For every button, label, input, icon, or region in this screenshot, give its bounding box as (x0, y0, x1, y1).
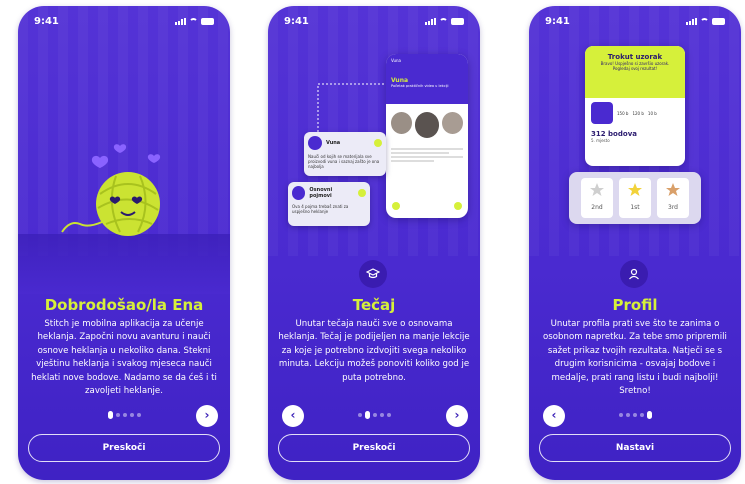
mock-screen-title: Vuna (391, 77, 409, 84)
page-dot (379, 413, 384, 417)
continue-button[interactable]: Nastavi (539, 434, 731, 462)
feature-icon-badge (620, 260, 648, 288)
pattern-result-card: Trokut uzorak Bravo! Uspješno si završio… (585, 46, 685, 166)
screen-description: Unutar profila prati sve što te zanima o… (543, 319, 727, 397)
status-bar: 9:41 (284, 16, 464, 30)
page-dot (136, 413, 141, 417)
lesson-card-basics: Osnovni pojmovi Ova 4 pojma trebaš znati… (288, 182, 370, 226)
yarn-ball-illustration (61, 144, 161, 236)
star-medal-icon (628, 183, 642, 196)
lesson-card-title: Osnovni pojmovi (309, 187, 333, 199)
user-icon (629, 268, 639, 280)
rank-second: 2nd (581, 178, 613, 218)
page-dot (632, 413, 637, 417)
screen-title: Profil (612, 296, 658, 314)
chevron-right-icon: › (454, 408, 460, 422)
graduation-cap-icon (366, 268, 380, 279)
chevron-left-icon: ‹ (551, 408, 557, 422)
status-time: 9:41 (545, 16, 570, 27)
page-dot (357, 413, 362, 417)
signal-icon (686, 18, 697, 25)
leaderboard-podium: 2nd 1st 3rd (569, 172, 701, 224)
rank-label: 1st (630, 204, 640, 211)
page-dot-active (646, 411, 652, 419)
course-mockup-phone: Vuna Vuna Početak praktičnih videa u lek… (386, 54, 468, 218)
previous-button[interactable]: ‹ (543, 405, 565, 427)
screen-description: Unutar tečaja nauči sve o osnovama hekla… (278, 319, 470, 383)
page-dot-active (107, 411, 113, 419)
status-bar: 9:41 (545, 16, 725, 30)
page-dot (115, 413, 120, 417)
pattern-title: Trokut uzorak (607, 53, 663, 61)
screen-title: Dobrodošao/la Ena (44, 296, 204, 314)
page-dot (639, 413, 644, 417)
chevron-right-icon: › (204, 408, 210, 422)
star-medal-icon (666, 183, 680, 196)
rank-third: 3rd (657, 178, 689, 218)
stat-value: 150 b (617, 110, 629, 116)
page-dot (372, 413, 377, 417)
mock-avatars (386, 104, 468, 146)
page-dot (625, 413, 630, 417)
pattern-text: Bravo! Uspješno si završio uzorak. Pogle… (600, 61, 670, 71)
lesson-card-text: Ova 4 pojma trebaš znati za uspješno hek… (292, 204, 349, 214)
skip-button[interactable]: Preskoči (278, 434, 470, 462)
skip-button[interactable]: Preskoči (28, 434, 220, 462)
status-time: 9:41 (284, 16, 309, 27)
next-button[interactable]: › (446, 405, 468, 427)
onboarding-screen-course: 9:41 Vuna Vuna Početak praktičnih videa … (268, 6, 480, 480)
star-medal-icon (590, 183, 604, 196)
signal-icon (175, 18, 186, 25)
previous-button[interactable]: ‹ (282, 405, 304, 427)
battery-icon (451, 18, 464, 25)
screen-title: Tečaj (352, 296, 396, 314)
lesson-card-wool: Vuna Nauči od kojih se materijala sve pr… (304, 132, 386, 176)
screen-description: Stitch je mobilna aplikacija za učenje h… (31, 319, 217, 397)
rank-first: 1st (619, 178, 651, 218)
page-dot (129, 413, 134, 417)
mock-tab: Vuna (391, 58, 401, 63)
page-dot-active (364, 411, 370, 419)
battery-icon (201, 18, 214, 25)
wifi-icon (439, 18, 448, 25)
wifi-icon (700, 18, 709, 25)
onboarding-screen-profile: 9:41 Trokut uzorak Bravo! Uspješno si za… (529, 6, 741, 480)
rank-label: 2nd (591, 204, 603, 211)
stat-value: 120 b (632, 110, 644, 116)
stat-value: 10 b (647, 110, 657, 116)
chevron-left-icon: ‹ (290, 408, 296, 422)
feature-icon-badge (359, 260, 387, 288)
status-time: 9:41 (34, 16, 59, 27)
page-dot (618, 413, 623, 417)
page-dot (122, 413, 127, 417)
wifi-icon (189, 18, 198, 25)
signal-icon (425, 18, 436, 25)
battery-icon (712, 18, 725, 25)
lesson-card-title: Vuna (326, 140, 341, 146)
points-total: 312 bodova (591, 130, 637, 138)
lesson-card-text: Nauči od kojih se materijala sve proizvo… (308, 154, 380, 169)
mock-screen-subtitle: Početak praktičnih videa u lekciji (391, 84, 449, 88)
next-button[interactable]: › (196, 405, 218, 427)
rank-label: 3rd (668, 204, 678, 211)
onboarding-screen-welcome: 9:41 Dobrodošao/la Ena Stitch je mobilna… (18, 6, 230, 480)
status-bar: 9:41 (34, 16, 214, 30)
rank-place: 5. mjesto (591, 138, 610, 143)
page-dot (386, 413, 391, 417)
